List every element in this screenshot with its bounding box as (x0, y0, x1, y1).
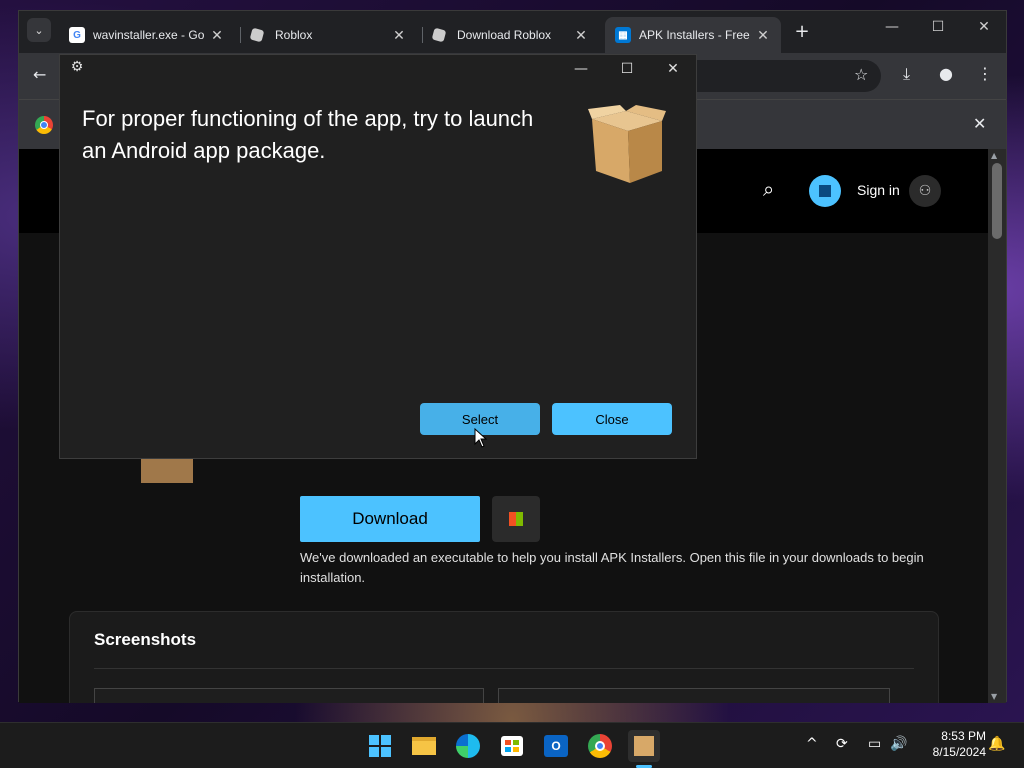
profile-icon[interactable]: ● (939, 64, 953, 83)
scroll-thumb[interactable] (992, 163, 1002, 239)
search-icon[interactable]: ⌕ (763, 177, 774, 201)
clock-date: 8/15/2024 (932, 745, 986, 759)
page-scrollbar[interactable]: ▲ ▼ (988, 149, 1006, 703)
divider (94, 668, 914, 669)
account-icon[interactable]: ⚇ (909, 175, 941, 207)
edge-icon[interactable] (452, 730, 484, 762)
start-icon[interactable] (364, 730, 396, 762)
sync-icon[interactable]: ⟳ (836, 736, 848, 752)
roblox-icon (431, 27, 447, 43)
close-button[interactable]: Close (552, 403, 672, 435)
back-arrow-icon[interactable]: ← (33, 65, 46, 84)
volume-icon[interactable]: 🔊 (890, 736, 907, 752)
scroll-down-icon[interactable]: ▼ (991, 692, 997, 701)
package-icon[interactable] (628, 730, 660, 762)
new-tab-button[interactable]: + (791, 21, 813, 42)
tab-close-icon[interactable]: ✕ (391, 27, 407, 44)
clock[interactable]: 8:53 PM 8/15/2024 (920, 728, 986, 760)
tab-wavinstaller[interactable]: G wavinstaller.exe - Go ✕ (59, 17, 235, 53)
tab-apk-installers[interactable]: ▦ APK Installers - Free ✕ (605, 17, 781, 53)
download-note: We've downloaded an executable to help y… (300, 550, 924, 585)
tab-label: Download Roblox (457, 28, 552, 42)
tab-label: wavinstaller.exe - Go (93, 28, 205, 42)
network-icon[interactable]: ▭ (868, 736, 881, 752)
download-button-label: Download (352, 509, 428, 528)
google-icon: G (69, 27, 85, 43)
store-icon[interactable] (496, 730, 528, 762)
dialog-minimize-button[interactable]: — (566, 61, 596, 77)
tab-roblox[interactable]: Roblox ✕ (241, 17, 417, 53)
tab-search-button[interactable]: ⌄ (27, 18, 51, 42)
sign-in-link[interactable]: Sign in (857, 182, 900, 198)
notification-bell-icon[interactable]: 🔔 (988, 736, 1005, 752)
installer-dialog: ⚙ — ☐ ✕ For proper functioning of the ap… (59, 54, 697, 459)
package-box-icon (588, 105, 666, 183)
screenshot-thumbnail[interactable] (94, 688, 484, 703)
mouse-cursor-icon (474, 428, 488, 448)
select-button-label: Select (461, 411, 499, 427)
file-explorer-icon[interactable] (408, 730, 440, 762)
minimize-button[interactable]: — (869, 19, 915, 35)
tab-label: APK Installers - Free (639, 28, 750, 42)
chevron-up-icon[interactable]: ^ (806, 736, 818, 752)
taskbar: O ^ ⟳ ▭ 🔊 8:53 PM 8/15/2024 🔔 (0, 722, 1024, 768)
download-button[interactable]: Download (300, 496, 480, 542)
dialog-close-button[interactable]: ✕ (658, 61, 688, 77)
screenshots-heading: Screenshots (94, 630, 197, 649)
screenshot-thumbnail[interactable] (498, 688, 890, 703)
roblox-icon (249, 27, 265, 43)
tab-close-icon[interactable]: ✕ (573, 27, 589, 44)
chrome-icon[interactable] (584, 730, 616, 762)
clock-time: 8:53 PM (941, 729, 986, 743)
chrome-icon (35, 116, 53, 134)
more-icon[interactable]: ⋮ (977, 64, 993, 83)
tab-close-icon[interactable]: ✕ (209, 27, 225, 44)
store-icon (509, 512, 523, 526)
settings-gear-icon[interactable]: ⚙ (62, 59, 92, 75)
store-button[interactable] (492, 496, 540, 542)
close-button-label: Close (595, 411, 629, 427)
close-infobar-icon[interactable]: ✕ (973, 114, 986, 133)
scroll-up-icon[interactable]: ▲ (991, 151, 997, 160)
star-icon[interactable]: ☆ (854, 65, 868, 84)
close-window-button[interactable]: ✕ (961, 19, 1007, 35)
tab-close-icon[interactable]: ✕ (755, 27, 771, 44)
screenshots-card: Screenshots (69, 611, 939, 703)
maximize-button[interactable]: ☐ (915, 19, 961, 35)
microsoft-store-icon: ▦ (615, 27, 631, 43)
tab-download-roblox[interactable]: Download Roblox ✕ (423, 17, 599, 53)
dialog-maximize-button[interactable]: ☐ (612, 61, 642, 77)
tab-strip: ⌄ G wavinstaller.exe - Go ✕ Roblox ✕ Dow… (19, 11, 1006, 53)
download-icon[interactable]: ⤓ (903, 64, 910, 84)
tab-label: Roblox (275, 28, 313, 42)
store-badge-icon[interactable] (809, 175, 841, 207)
outlook-icon[interactable]: O (540, 730, 572, 762)
dialog-message: For proper functioning of the app, try t… (82, 106, 534, 163)
